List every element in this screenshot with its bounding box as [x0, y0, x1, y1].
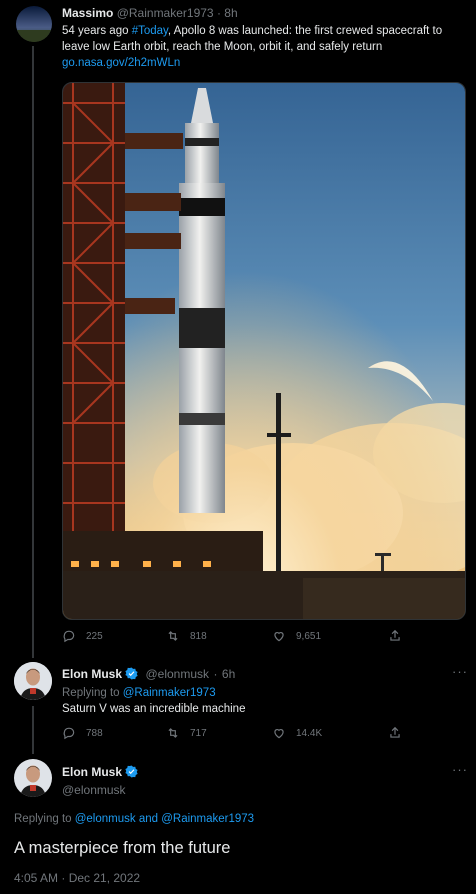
tweet-time[interactable]: 8h [224, 6, 237, 20]
verified-badge-icon [125, 667, 138, 680]
share-button[interactable] [388, 629, 402, 643]
author-handle[interactable]: @Rainmaker1973 [117, 6, 214, 20]
replying-to: Replying to @Rainmaker1973 [62, 687, 216, 699]
tweet-text: Saturn V was an incredible machine [62, 703, 246, 715]
thread-line [32, 706, 34, 754]
like-button[interactable]: 14.4K [272, 726, 322, 740]
retweet-button[interactable]: 818 [166, 629, 207, 643]
avatar-elonmusk[interactable] [14, 759, 52, 797]
like-icon [274, 632, 284, 642]
retweet-count: 717 [190, 727, 207, 739]
retweet-button[interactable]: 717 [166, 726, 207, 740]
more-icon[interactable]: ··· [452, 762, 468, 777]
reply-count: 225 [86, 630, 103, 642]
tweet-time[interactable]: 6h [222, 667, 235, 681]
reply-count: 788 [86, 727, 103, 739]
share-icon [390, 726, 400, 738]
thread-line [32, 46, 34, 658]
tweet-text: A masterpiece from the future [14, 839, 231, 857]
external-link[interactable]: go.nasa.gov/2h2mWLn [62, 55, 467, 71]
mention-link[interactable]: @Rainmaker1973 [123, 687, 216, 699]
mention-link[interactable]: @Rainmaker1973 [161, 813, 254, 825]
author-handle[interactable]: @elonmusk [145, 667, 209, 681]
like-count: 9,651 [296, 630, 322, 642]
author-handle[interactable]: @elonmusk [62, 783, 138, 797]
author-name[interactable]: Massimo [62, 6, 113, 20]
reply-icon [63, 727, 75, 740]
retweet-icon [168, 631, 178, 641]
more-icon[interactable]: ··· [452, 664, 468, 679]
reply-button[interactable]: 225 [62, 629, 103, 643]
avatar-elonmusk[interactable] [14, 662, 52, 700]
share-icon [390, 629, 400, 641]
tweet-text: 54 years ago #Today, Apollo 8 was launch… [62, 25, 443, 53]
reply-button[interactable]: 788 [62, 726, 103, 740]
reply-icon [63, 630, 75, 643]
hashtag-link[interactable]: #Today [132, 25, 168, 37]
like-count: 14.4K [296, 727, 323, 739]
verified-badge-icon [125, 765, 138, 778]
mention-link[interactable]: @elonmusk [75, 813, 136, 825]
retweet-icon [168, 728, 178, 738]
tweet-timestamp[interactable]: 4:05 AM · Dec 21, 2022 [14, 871, 140, 885]
launch-photo [63, 83, 465, 619]
replying-to: Replying to @elonmusk and @Rainmaker1973 [14, 813, 255, 825]
author-name[interactable]: Elon Musk [62, 765, 122, 779]
like-icon [274, 729, 284, 739]
author-name[interactable]: Elon Musk [62, 667, 122, 681]
retweet-count: 818 [190, 630, 207, 642]
avatar-massimo[interactable] [16, 6, 52, 42]
like-button[interactable]: 9,651 [272, 629, 321, 643]
share-button[interactable] [388, 726, 402, 740]
tweet-media-image[interactable] [62, 82, 466, 620]
